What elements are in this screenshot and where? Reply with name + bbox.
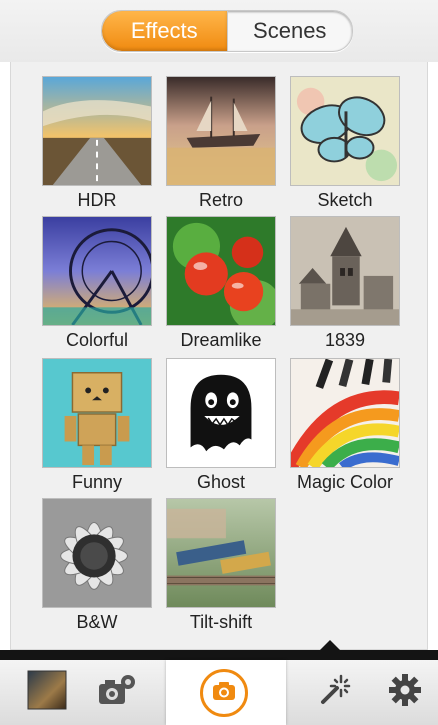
effect-label: Funny	[71, 472, 123, 492]
effect-1839[interactable]: 1839	[289, 216, 401, 351]
effect-hdr[interactable]: HDR	[41, 76, 153, 211]
camera-gear-icon	[97, 672, 137, 713]
effect-label: Magic Color	[296, 472, 394, 492]
tab-effects[interactable]: Effects	[102, 11, 227, 51]
effect-label: HDR	[77, 190, 117, 210]
hdr-road-thumbnail	[42, 76, 152, 186]
effect-tilt-shift[interactable]: Tilt-shift	[165, 498, 277, 633]
camera-shutter-icon	[212, 681, 236, 706]
1839-church-thumbnail	[290, 216, 400, 326]
settings-button[interactable]	[380, 660, 430, 725]
effect-colorful[interactable]: Colorful	[41, 216, 153, 351]
effects-grid: HDR Retro Sketch Colorful Dreamlike 1839…	[10, 62, 428, 650]
effect-label: Colorful	[65, 330, 129, 350]
mode-segmented-control: Effects Scenes	[101, 10, 353, 52]
effect-dreamlike[interactable]: Dreamlike	[165, 216, 277, 351]
gallery-button[interactable]	[22, 660, 72, 725]
dreamlike-tomatoes-thumbnail	[166, 216, 276, 326]
effect-ghost[interactable]: Ghost	[165, 358, 277, 493]
retro-ship-thumbnail	[166, 76, 276, 186]
effects-button[interactable]	[308, 660, 358, 725]
magic-wand-icon	[315, 672, 351, 713]
effect-bw[interactable]: B&W	[41, 498, 153, 633]
effect-label: Dreamlike	[180, 330, 262, 350]
ghost-thumbnail	[166, 358, 276, 468]
effect-funny[interactable]: Funny	[41, 358, 153, 493]
effect-retro[interactable]: Retro	[165, 76, 277, 211]
shutter-button[interactable]	[200, 669, 248, 717]
funny-box-robot-thumbnail	[42, 358, 152, 468]
effect-label: Retro	[198, 190, 243, 210]
tilt-shift-train-thumbnail	[166, 498, 276, 608]
bottom-toolbar	[0, 660, 438, 725]
top-bar: Effects Scenes	[0, 0, 438, 62]
effect-label: B&W	[76, 612, 118, 632]
magic-color-pencils-thumbnail	[290, 358, 400, 468]
gallery-thumbnail-icon	[27, 670, 67, 715]
effect-sketch[interactable]: Sketch	[289, 76, 401, 211]
settings-gear-icon	[388, 673, 422, 712]
tab-scenes[interactable]: Scenes	[226, 11, 353, 51]
effect-magic-color[interactable]: Magic Color	[289, 358, 401, 493]
bw-sunflower-thumbnail	[42, 498, 152, 608]
bottom-divider	[0, 650, 438, 660]
colorful-ferris-wheel-thumbnail	[42, 216, 152, 326]
effect-label: 1839	[324, 330, 366, 350]
shutter-area	[166, 660, 286, 725]
effect-label: Tilt-shift	[189, 612, 253, 632]
effect-label: Ghost	[196, 472, 246, 492]
effect-label: Sketch	[317, 190, 373, 210]
camera-settings-button[interactable]	[92, 660, 142, 725]
sketch-butterfly-thumbnail	[290, 76, 400, 186]
